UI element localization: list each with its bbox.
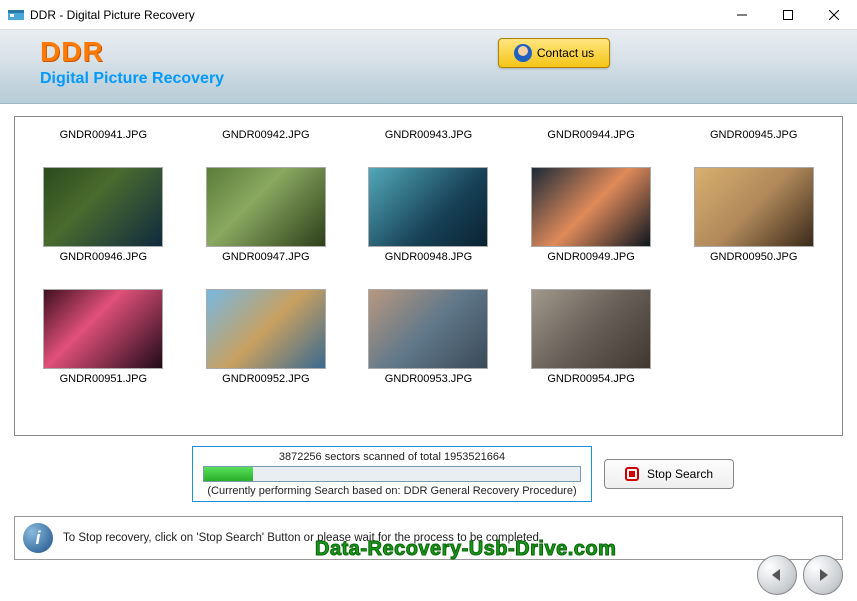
stop-search-button[interactable]: Stop Search: [604, 459, 734, 489]
maximize-button[interactable]: [765, 0, 811, 30]
file-item[interactable]: GNDR00949.JPG: [513, 149, 670, 263]
stop-icon: [625, 467, 639, 481]
watermark-text: Data-Recovery-Usb-Drive.com: [315, 538, 616, 561]
file-item[interactable]: GNDR00951.JPG: [25, 271, 182, 385]
thumbnail-image: [368, 289, 488, 369]
minimize-button[interactable]: [719, 0, 765, 30]
close-button[interactable]: [811, 0, 857, 30]
header-band: DDR Digital Picture Recovery Contact us: [0, 30, 857, 104]
progress-box: 3872256 sectors scanned of total 1953521…: [192, 446, 592, 502]
footer-hint-bar: i To Stop recovery, click on 'Stop Searc…: [14, 516, 843, 560]
thumbnail-image: [206, 167, 326, 247]
thumbnail-image: [206, 289, 326, 369]
file-item[interactable]: GNDR00954.JPG: [513, 271, 670, 385]
file-item[interactable]: GNDR00946.JPG: [25, 149, 182, 263]
progress-fill: [204, 467, 253, 481]
logo-text: DDR: [40, 36, 837, 68]
scan-status-text: 3872256 sectors scanned of total 1953521…: [203, 451, 581, 463]
file-item[interactable]: GNDR00952.JPG: [188, 271, 345, 385]
progress-bar: [203, 466, 581, 482]
thumbnail-image: [43, 289, 163, 369]
procedure-text: (Currently performing Search based on: D…: [203, 485, 581, 497]
info-icon: i: [23, 523, 53, 553]
file-item[interactable]: GNDR00941.JPG: [25, 125, 182, 141]
contact-us-label: Contact us: [537, 46, 594, 60]
thumbnail-panel[interactable]: GNDR00941.JPG GNDR00942.JPG GNDR00943.JP…: [14, 116, 843, 436]
nav-buttons: [757, 555, 843, 595]
stop-search-label: Stop Search: [647, 467, 713, 481]
window-title: DDR - Digital Picture Recovery: [30, 8, 719, 22]
file-item[interactable]: GNDR00945.JPG: [675, 125, 832, 141]
file-item[interactable]: GNDR00948.JPG: [350, 149, 507, 263]
thumbnail-image: [43, 167, 163, 247]
thumbnail-image: [531, 289, 651, 369]
app-icon: [8, 9, 24, 21]
file-item[interactable]: GNDR00947.JPG: [188, 149, 345, 263]
file-item[interactable]: GNDR00943.JPG: [350, 125, 507, 141]
thumbnail-image: [368, 167, 488, 247]
file-item-empty: [675, 271, 832, 385]
thumbnail-image: [694, 167, 814, 247]
file-item[interactable]: GNDR00950.JPG: [675, 149, 832, 263]
file-item[interactable]: GNDR00942.JPG: [188, 125, 345, 141]
thumbnail-image: [531, 167, 651, 247]
file-item[interactable]: GNDR00944.JPG: [513, 125, 670, 141]
progress-row: 3872256 sectors scanned of total 1953521…: [14, 446, 843, 502]
forward-button[interactable]: [803, 555, 843, 595]
back-button[interactable]: [757, 555, 797, 595]
app-subtitle: Digital Picture Recovery: [40, 70, 837, 88]
content-area: GNDR00941.JPG GNDR00942.JPG GNDR00943.JP…: [0, 104, 857, 508]
contact-avatar-icon: [514, 44, 532, 62]
contact-us-button[interactable]: Contact us: [498, 38, 610, 68]
titlebar: DDR - Digital Picture Recovery: [0, 0, 857, 30]
file-item[interactable]: GNDR00953.JPG: [350, 271, 507, 385]
